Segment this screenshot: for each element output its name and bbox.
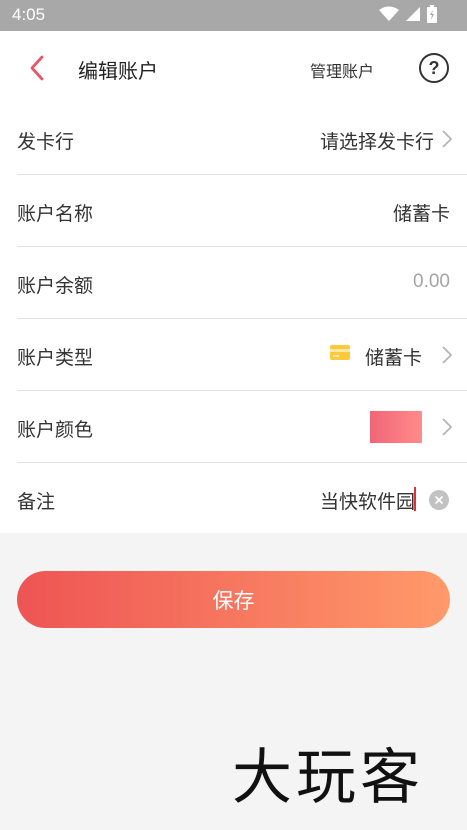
help-icon: ? — [428, 57, 440, 78]
watermark-logo: 大玩客 — [232, 743, 424, 813]
cellular-icon — [405, 6, 421, 26]
note-row[interactable]: 备注 当快软件园 — [17, 463, 467, 535]
balance-row[interactable]: 账户余额 0.00 — [17, 247, 467, 319]
chevron-right-icon — [442, 130, 453, 148]
balance-label: 账户余额 — [17, 275, 94, 297]
balance-input[interactable]: 0.00 — [413, 271, 450, 293]
clear-button[interactable] — [429, 490, 449, 510]
help-button[interactable]: ? — [419, 53, 449, 83]
page-title: 编辑账户 — [78, 59, 158, 83]
issuer-value: 请选择发卡行 — [319, 131, 434, 153]
account-name-label: 账户名称 — [17, 203, 94, 225]
color-swatch — [370, 411, 422, 443]
manage-accounts-link[interactable]: 管理账户 — [310, 58, 374, 82]
status-bar: 4:05 — [0, 0, 467, 31]
account-form: 发卡行 请选择发卡行 账户名称 储蓄卡 账户余额 0.00 账户类型 储蓄卡 账… — [0, 103, 467, 533]
account-name-row[interactable]: 账户名称 储蓄卡 — [17, 175, 467, 247]
issuer-row[interactable]: 发卡行 请选择发卡行 — [17, 103, 467, 175]
back-button[interactable] — [20, 51, 54, 85]
text-cursor — [414, 487, 416, 511]
account-color-label: 账户颜色 — [17, 419, 94, 441]
note-label: 备注 — [17, 491, 56, 513]
account-type-label: 账户类型 — [17, 347, 94, 369]
wifi-icon — [379, 6, 399, 26]
app-bar: 编辑账户 管理账户 ? — [0, 31, 467, 103]
account-name-input[interactable]: 储蓄卡 — [393, 199, 450, 226]
issuer-label: 发卡行 — [17, 131, 75, 153]
battery-icon — [427, 5, 437, 27]
account-type-row[interactable]: 账户类型 储蓄卡 — [17, 319, 467, 391]
close-icon — [434, 495, 444, 505]
save-button[interactable]: 保存 — [17, 571, 450, 628]
status-icons — [379, 5, 437, 27]
back-arrow-icon — [30, 55, 44, 81]
account-type-value: 储蓄卡 — [364, 347, 422, 369]
chevron-right-icon — [442, 418, 453, 436]
status-time: 4:05 — [12, 5, 46, 24]
chevron-right-icon — [442, 346, 453, 364]
note-input[interactable]: 当快软件园 — [320, 487, 415, 514]
card-icon — [330, 345, 350, 360]
account-color-row[interactable]: 账户颜色 — [17, 391, 467, 463]
